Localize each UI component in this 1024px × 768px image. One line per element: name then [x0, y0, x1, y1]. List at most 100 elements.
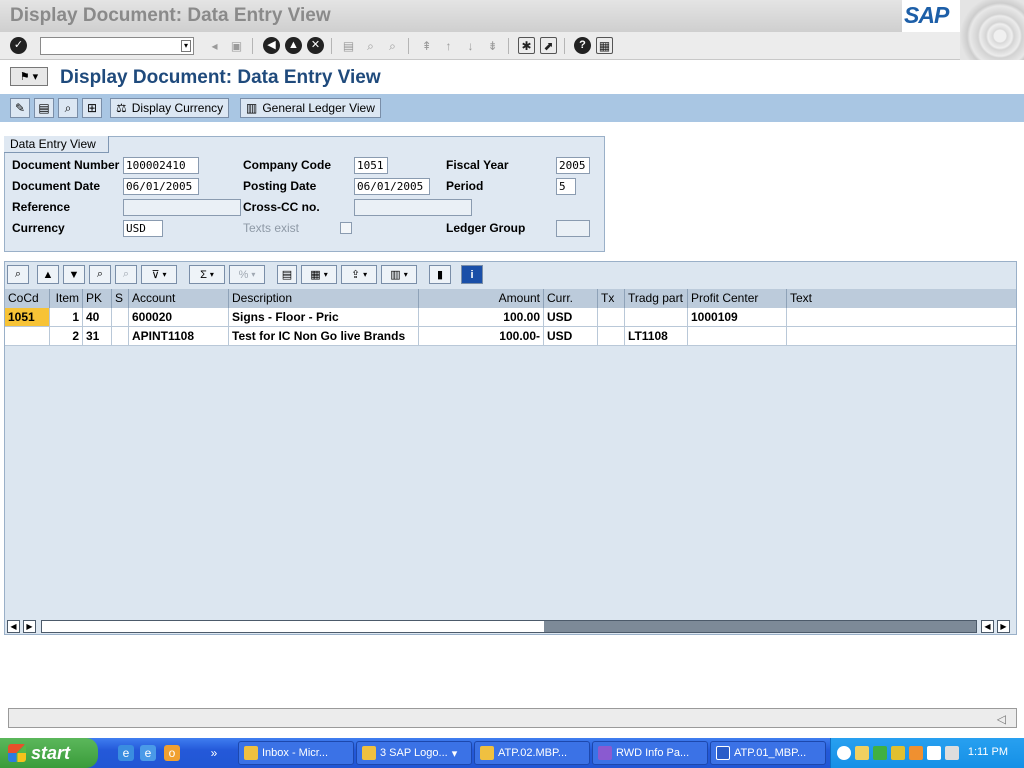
- cell-cocd[interactable]: 1051: [5, 308, 50, 326]
- column-header-amount[interactable]: Amount: [419, 289, 544, 308]
- start-button[interactable]: start: [0, 738, 98, 768]
- column-header-text[interactable]: Text: [787, 289, 1016, 308]
- subtotal-button[interactable]: % ▾: [229, 265, 265, 284]
- horizontal-scrollbar[interactable]: ◀ ▶ ◀ ▶: [5, 618, 1016, 634]
- cell-profit-center[interactable]: [688, 327, 787, 345]
- layout-button[interactable]: ▥ ▾: [381, 265, 417, 284]
- graphic-icon[interactable]: ▮: [429, 265, 451, 284]
- outlook-tray-icon[interactable]: [909, 746, 923, 760]
- posting-date-field[interactable]: 06/01/2005: [354, 178, 430, 195]
- cell-curr[interactable]: USD: [544, 308, 598, 326]
- outlook-icon[interactable]: o: [164, 745, 180, 761]
- table-row[interactable]: 1051 1 40 600020 Signs - Floor - Pric 10…: [5, 308, 1016, 327]
- sort-ascending-icon[interactable]: ▲: [37, 265, 59, 284]
- info-icon[interactable]: i: [461, 265, 483, 284]
- cell-tx[interactable]: [598, 327, 625, 345]
- column-header-tradg-part[interactable]: Tradg part: [625, 289, 688, 308]
- taskbar-item-sap-logon[interactable]: 3 SAP Logo... ▾: [356, 741, 472, 765]
- exit-icon[interactable]: ▲: [285, 37, 302, 54]
- currency-field[interactable]: USD: [123, 220, 163, 237]
- last-page-icon[interactable]: ⇟: [484, 37, 501, 54]
- cell-s[interactable]: [112, 308, 129, 326]
- screen-menu-button[interactable]: ⚑ ▾: [10, 67, 48, 86]
- display-tray-icon[interactable]: [945, 746, 959, 760]
- cell-text[interactable]: [787, 327, 1016, 345]
- print-icon[interactable]: ▤: [277, 265, 297, 284]
- column-header-account[interactable]: Account: [129, 289, 229, 308]
- details-icon[interactable]: ⌕: [7, 265, 29, 284]
- display-currency-button[interactable]: ⚖ Display Currency: [110, 98, 230, 118]
- views-button[interactable]: ▦ ▾: [301, 265, 337, 284]
- cell-description[interactable]: Signs - Floor - Pric: [229, 308, 419, 326]
- cell-profit-center[interactable]: 1000109: [688, 308, 787, 326]
- save-icon[interactable]: ▣: [228, 37, 245, 54]
- cell-amount[interactable]: 100.00-: [419, 327, 544, 345]
- cell-item[interactable]: 2: [50, 327, 83, 345]
- new-session-icon[interactable]: ✱: [518, 37, 535, 54]
- info-tray-icon[interactable]: [927, 746, 941, 760]
- cell-tradg-part[interactable]: [625, 308, 688, 326]
- fiscal-year-field[interactable]: 2005: [556, 157, 590, 174]
- shortcut-icon[interactable]: ⬈: [540, 37, 557, 54]
- scroll-left-end-icon[interactable]: ◀: [981, 620, 994, 633]
- cell-cocd[interactable]: [5, 327, 50, 345]
- cell-text[interactable]: [787, 308, 1016, 326]
- ledger-group-field[interactable]: [556, 220, 590, 237]
- internet-explorer-icon[interactable]: e: [118, 745, 134, 761]
- column-header-profit-center[interactable]: Profit Center: [688, 289, 787, 308]
- document-date-field[interactable]: 06/01/2005: [123, 178, 199, 195]
- column-header-s[interactable]: S: [112, 289, 129, 308]
- export-button[interactable]: ⇪ ▾: [341, 265, 377, 284]
- mail-icon[interactable]: [855, 746, 869, 760]
- layout-menu-icon[interactable]: ▦: [596, 37, 613, 54]
- print-icon[interactable]: ▤: [340, 37, 357, 54]
- tray-collapse-icon[interactable]: [837, 746, 851, 760]
- cancel-icon[interactable]: ✕: [307, 37, 324, 54]
- column-header-pk[interactable]: PK: [83, 289, 112, 308]
- taskbar-item-atp02[interactable]: ATP.02.MBP...: [474, 741, 590, 765]
- enter-check-icon[interactable]: ✓: [10, 37, 27, 54]
- texts-exist-checkbox[interactable]: [340, 222, 352, 234]
- document-number-field[interactable]: 100002410: [123, 157, 199, 174]
- cell-tx[interactable]: [598, 308, 625, 326]
- cell-s[interactable]: [112, 327, 129, 345]
- first-page-icon[interactable]: ⇞: [418, 37, 435, 54]
- column-header-description[interactable]: Description: [229, 289, 419, 308]
- edit-icon[interactable]: ✎: [10, 98, 30, 118]
- quicklaunch-more-icon[interactable]: »: [206, 745, 222, 761]
- company-code-field[interactable]: 1051: [354, 157, 388, 174]
- column-header-cocd[interactable]: CoCd: [5, 289, 50, 308]
- column-header-tx[interactable]: Tx: [598, 289, 625, 308]
- column-header-curr[interactable]: Curr.: [544, 289, 598, 308]
- back-arrow-small-icon[interactable]: ◂: [206, 37, 223, 54]
- cell-account[interactable]: APINT1108: [129, 327, 229, 345]
- back-icon[interactable]: ◀: [263, 37, 280, 54]
- status-expand-icon[interactable]: ◁: [997, 712, 1006, 726]
- find-next-icon[interactable]: ⌕: [115, 265, 137, 284]
- cross-cc-field[interactable]: [354, 199, 472, 216]
- browser-icon[interactable]: e: [140, 745, 156, 761]
- scroll-right-icon[interactable]: ▶: [23, 620, 36, 633]
- cell-curr[interactable]: USD: [544, 327, 598, 345]
- cell-amount[interactable]: 100.00: [419, 308, 544, 326]
- network-icon[interactable]: [873, 746, 887, 760]
- scroll-track[interactable]: [41, 620, 977, 633]
- scroll-left-icon[interactable]: ◀: [7, 620, 20, 633]
- command-dropdown-icon[interactable]: ▾: [181, 40, 191, 52]
- previous-page-icon[interactable]: ↑: [440, 37, 457, 54]
- find-next-icon[interactable]: ⌕: [384, 37, 401, 54]
- command-field[interactable]: ▾: [40, 37, 194, 55]
- help-icon[interactable]: ?: [574, 37, 591, 54]
- taskbar-item-inbox[interactable]: Inbox - Micr...: [238, 741, 354, 765]
- table-row[interactable]: 2 31 APINT1108 Test for IC Non Go live B…: [5, 327, 1016, 346]
- total-button[interactable]: Σ ▾: [189, 265, 225, 284]
- cell-item[interactable]: 1: [50, 308, 83, 326]
- cell-account[interactable]: 600020: [129, 308, 229, 326]
- cell-description[interactable]: Test for IC Non Go live Brands: [229, 327, 419, 345]
- next-page-icon[interactable]: ↓: [462, 37, 479, 54]
- scroll-thumb[interactable]: [42, 621, 544, 632]
- taxes-icon[interactable]: ⊞: [82, 98, 102, 118]
- find-icon[interactable]: ⌕: [89, 265, 111, 284]
- taskbar-item-rwd-info[interactable]: RWD Info Pa...: [592, 741, 708, 765]
- reference-field[interactable]: [123, 199, 241, 216]
